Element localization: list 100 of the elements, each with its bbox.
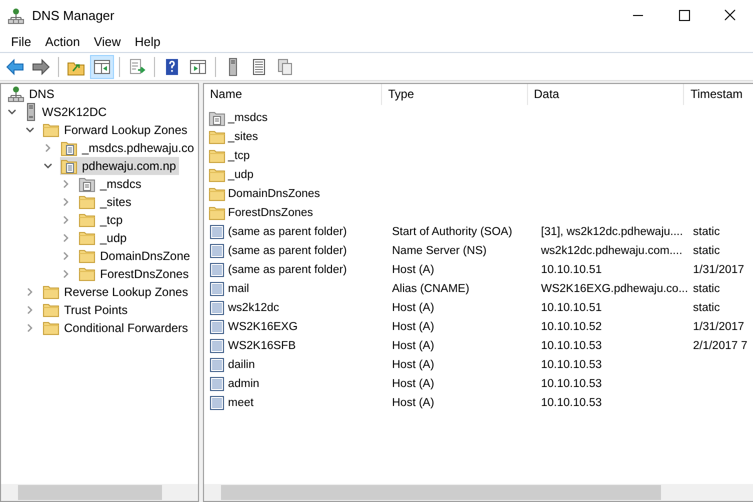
column-header[interactable]: Type <box>382 84 528 105</box>
collapse-chevron-icon[interactable] <box>61 233 71 243</box>
table-cell: ForestDnsZones <box>204 206 386 220</box>
menu-item[interactable]: View <box>86 34 128 48</box>
folder-icon <box>79 231 95 245</box>
table-cell: 10.10.10.51 <box>541 264 602 276</box>
expand-chevron-icon[interactable] <box>25 125 35 135</box>
table-cell: 10.10.10.53 <box>541 340 602 352</box>
table-cell: admin <box>204 376 386 392</box>
table-cell: Host (A) <box>392 396 434 408</box>
table-cell: static <box>693 244 720 256</box>
table-cell: WS2K16SFB <box>204 338 386 354</box>
table-cell: static <box>693 226 720 238</box>
folder-icon <box>79 213 95 227</box>
collapse-chevron-icon[interactable] <box>61 179 71 189</box>
record-icon <box>209 224 225 240</box>
table-cell: Name Server (NS) <box>392 244 487 256</box>
menu-item[interactable]: Action <box>38 34 87 48</box>
table-cell: (same as parent folder) <box>204 224 386 240</box>
table-cell: Start of Authority (SOA) <box>392 226 512 238</box>
table-cell: 2/1/2017 7 <box>693 340 748 352</box>
table-cell: 10.10.10.53 <box>541 378 602 390</box>
folder-icon <box>209 168 225 182</box>
table-cell: 10.10.10.51 <box>541 302 602 314</box>
tree-item[interactable]: WS2K12DC <box>24 102 110 122</box>
tree-item[interactable]: Forward Lookup Zones <box>42 122 190 138</box>
expand-chevron-icon[interactable] <box>7 107 17 117</box>
tree-item[interactable]: _msdcs.pdhewaju.co <box>60 139 198 157</box>
horizontal-scrollbar[interactable] <box>204 484 753 501</box>
zone-icon <box>61 140 77 156</box>
record-icon <box>209 242 225 258</box>
folder-icon <box>79 267 95 281</box>
zone-icon <box>61 158 77 174</box>
column-header[interactable]: Timestam <box>684 84 753 105</box>
tree-item[interactable]: _udp <box>78 230 130 246</box>
folder-icon <box>43 285 59 299</box>
table-cell: _sites <box>204 130 386 144</box>
tree-item[interactable]: Reverse Lookup Zones <box>42 284 192 300</box>
server-icon <box>25 103 37 121</box>
table-cell: 10.10.10.52 <box>541 320 602 332</box>
tree-item[interactable]: _sites <box>78 194 134 210</box>
column-header[interactable]: Name <box>204 84 382 105</box>
horizontal-scrollbar[interactable] <box>1 484 198 501</box>
table-cell: Alias (CNAME) <box>392 282 470 294</box>
menu-item[interactable]: File <box>4 34 38 48</box>
record-icon <box>209 356 225 372</box>
table-cell: static <box>693 302 720 314</box>
record-icon <box>209 262 225 278</box>
table-cell: meet <box>204 394 386 410</box>
collapse-chevron-icon[interactable] <box>25 287 35 297</box>
tree-item[interactable]: Conditional Forwarders <box>42 320 192 336</box>
table-cell: _tcp <box>204 148 386 162</box>
collapse-chevron-icon[interactable] <box>61 251 71 261</box>
collapse-chevron-icon[interactable] <box>25 305 35 315</box>
tree-item[interactable]: DomainDnsZone <box>78 248 194 264</box>
table-cell: Host (A) <box>392 264 434 276</box>
record-icon <box>209 376 225 392</box>
window-title: DNS Manager <box>32 8 116 23</box>
table-cell: WS2K16EXG <box>204 318 386 334</box>
tree-item[interactable]: DNS <box>7 85 58 103</box>
collapse-chevron-icon[interactable] <box>43 143 53 153</box>
console-tree-icon[interactable] <box>90 54 114 78</box>
folder-icon <box>209 186 225 200</box>
table-cell: 10.10.10.53 <box>541 358 602 370</box>
table-cell: Host (A) <box>392 378 434 390</box>
folder-icon <box>79 195 95 209</box>
tree-item[interactable]: _msdcs <box>78 175 144 193</box>
record-icon <box>209 394 225 410</box>
delegation-icon <box>79 176 95 192</box>
column-header[interactable]: Data <box>528 84 684 105</box>
folder-icon <box>209 130 225 144</box>
record-icon <box>209 280 225 296</box>
delegation-icon <box>209 110 225 126</box>
folder-icon <box>43 123 59 137</box>
table-cell: ws2k12dc.pdhewaju.com.... <box>541 244 682 256</box>
table-cell: Host (A) <box>392 320 434 332</box>
collapse-chevron-icon[interactable] <box>61 215 71 225</box>
record-icon <box>209 300 225 316</box>
table-cell: static <box>693 282 720 294</box>
tree-item[interactable]: Trust Points <box>42 302 131 318</box>
tree-item[interactable]: _tcp <box>78 212 126 228</box>
collapse-chevron-icon[interactable] <box>61 269 71 279</box>
tree-item[interactable]: ForestDnsZones <box>78 266 192 282</box>
table-cell: dailin <box>204 356 386 372</box>
menu-item[interactable]: Help <box>128 34 168 48</box>
record-icon <box>209 318 225 334</box>
folder-icon <box>43 321 59 335</box>
table-cell: Host (A) <box>392 358 434 370</box>
collapse-chevron-icon[interactable] <box>61 197 71 207</box>
table-cell: 1/31/2017 <box>693 264 744 276</box>
collapse-chevron-icon[interactable] <box>25 323 35 333</box>
table-cell: _udp <box>204 168 386 182</box>
tree-item[interactable]: pdhewaju.com.np <box>60 157 180 175</box>
expand-chevron-icon[interactable] <box>43 161 53 171</box>
table-cell: Host (A) <box>392 302 434 314</box>
table-cell: DomainDnsZones <box>204 186 386 200</box>
folder-icon <box>209 148 225 162</box>
table-cell: 1/31/2017 <box>693 320 744 332</box>
dns-icon <box>8 8 24 24</box>
table-cell: (same as parent folder) <box>204 262 386 278</box>
